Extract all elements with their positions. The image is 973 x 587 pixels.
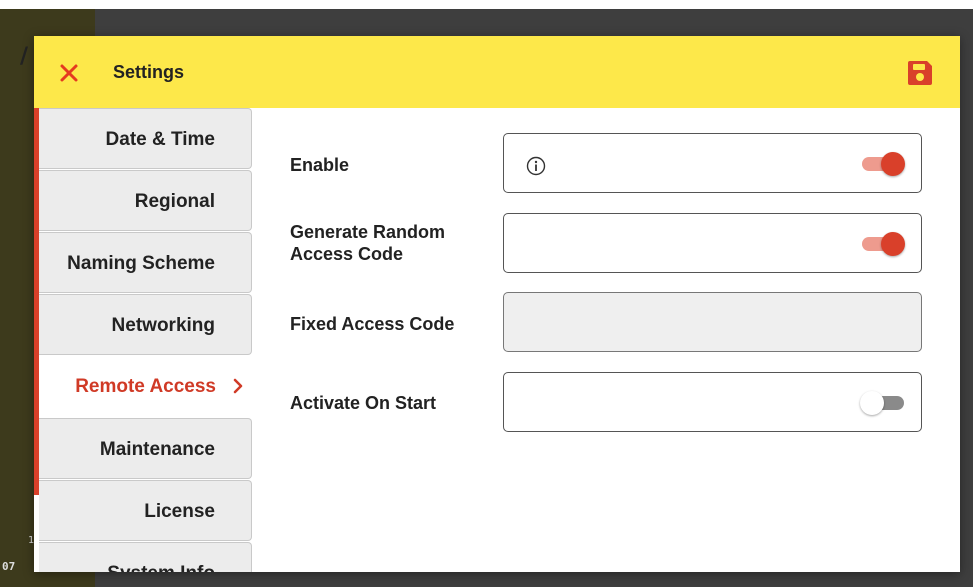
chevron-right-icon [232,378,244,399]
toggle-knob [860,391,884,415]
enable-toggle[interactable] [860,152,905,176]
sidebar-item-label: Date & Time [105,129,215,150]
fixed-access-code-label: Fixed Access Code [290,314,455,334]
fixed-access-code-input [503,292,922,352]
dialog-header: Settings [34,36,960,108]
label-line: Access Code [290,244,404,264]
sidebar-item-system-info[interactable]: System Info [39,542,252,572]
toggle-knob [881,232,905,256]
settings-sidebar: Date & Time Regional Naming Scheme Netwo… [34,108,253,572]
sidebar-item-label: License [144,501,215,522]
settings-dialog: Settings Date & Time Regional Naming Sch… [34,36,960,572]
generate-random-code-toggle[interactable] [860,232,905,256]
enable-label: Enable [290,155,350,175]
sidebar-item-label: Regional [134,191,215,212]
generate-random-code-label: Generate Random Access Code [290,221,445,265]
label-line: Generate Random [290,222,446,242]
sidebar-item-label: Networking [111,315,215,336]
toggle-knob [881,152,905,176]
info-icon[interactable] [526,156,546,176]
enable-field [503,133,922,193]
sidebar-item-naming-scheme[interactable]: Naming Scheme [39,232,252,293]
generate-random-code-field [503,213,922,273]
dialog-title: Settings [113,62,185,82]
save-button[interactable] [906,60,936,86]
close-icon [60,64,78,82]
sidebar-item-maintenance[interactable]: Maintenance [39,418,252,479]
backdrop-text-fragment: 07 [2,560,16,573]
activate-on-start-label: Activate On Start [290,393,437,413]
remote-access-panel: Enable Generate Random Access Code Fixed… [253,108,960,572]
sidebar-item-label: System Info [107,563,215,572]
backdrop-text-fragment: / [20,44,29,69]
sidebar-item-license[interactable]: License [39,480,252,541]
activate-on-start-toggle[interactable] [860,391,905,415]
sidebar-item-label: Maintenance [99,439,215,460]
activate-on-start-field [503,372,922,432]
sidebar-item-label: Naming Scheme [67,253,215,274]
sidebar-item-regional[interactable]: Regional [39,170,252,231]
sidebar-item-label: Remote Access [75,376,216,397]
sidebar-item-remote-access[interactable]: Remote Access [39,356,252,417]
sidebar-item-date-time[interactable]: Date & Time [39,108,252,169]
floppy-disk-icon [908,61,932,85]
sidebar-item-networking[interactable]: Networking [39,294,252,355]
close-button[interactable] [54,58,84,88]
